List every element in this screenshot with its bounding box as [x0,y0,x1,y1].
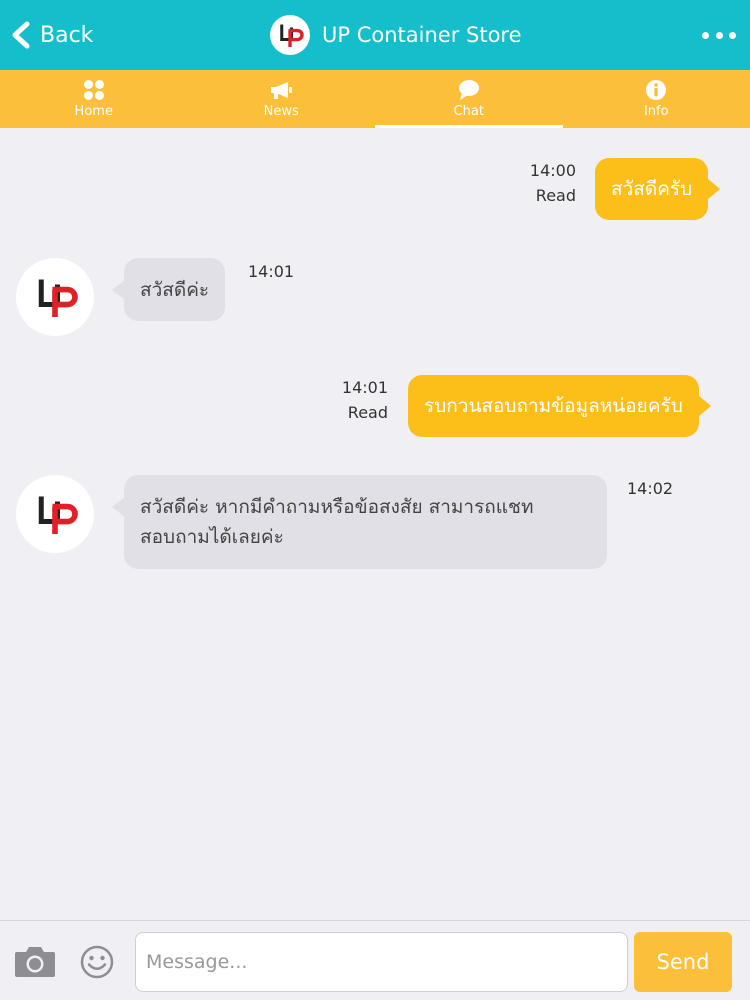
read-status: Read [535,186,576,205]
tab-info[interactable]: Info [563,70,750,128]
message-time: 14:00 [529,161,576,180]
app-header: Back UP Container Store [0,0,750,70]
message-text: สวัสดีค่ะ [140,278,210,301]
avatar[interactable] [16,475,94,553]
tab-label: Chat [453,104,484,119]
more-options-button[interactable] [702,24,736,46]
message-time: 14:01 [248,262,295,281]
avatar[interactable] [16,258,94,336]
message-list[interactable]: 14:00 Read สวัสดีครับ สวัสดีค่ะ 14:01 14… [0,128,750,920]
back-button[interactable]: Back [10,18,93,52]
tab-news[interactable]: News [188,70,376,128]
store-logo-icon [270,15,310,55]
tab-label: News [263,104,299,119]
read-status: Read [347,403,388,422]
megaphone-icon [271,82,293,99]
message-bubble-outgoing[interactable]: สวัสดีครับ [595,158,709,220]
message-bubble-incoming[interactable]: สวัสดีค่ะ หากมีคำถามหรือข้อสงสัย สามารถแ… [112,475,607,569]
tab-bar: Home News Chat Info [0,70,750,128]
store-logo-icon [38,496,78,534]
info-icon [646,80,667,100]
tab-home[interactable]: Home [0,70,188,128]
back-label: Back [40,22,94,48]
message-meta: 14:00 Read [500,158,576,208]
header-title-group: UP Container Store [270,15,522,55]
message-time: 14:01 [341,378,388,397]
message-bubble-outgoing[interactable]: รบกวนสอบถามข้อมูลหน่อยครับ [408,375,699,437]
dot-icon [715,31,723,39]
send-button[interactable]: Send [634,932,732,992]
message-text: สวัสดีค่ะ หากมีคำถามหรือข้อสงสัย สามารถแ… [140,496,534,518]
message-bubble-incoming[interactable]: สวัสดีค่ะ [111,258,226,321]
camera-button[interactable] [14,943,56,979]
message-input[interactable] [135,932,628,992]
dot-icon [702,31,709,39]
emoji-button[interactable] [80,945,114,979]
message-meta: 14:01 Read [312,375,388,425]
tab-label: Info [643,104,669,119]
grid-icon [83,80,104,100]
tab-chat[interactable]: Chat [375,70,563,128]
tab-label: Home [74,104,113,119]
message-time: 14:02 [627,479,674,498]
page-title: UP Container Store [322,23,522,47]
composer-bar: Send [0,920,750,1000]
message-text: สอบถามได้เลยค่ะ [140,526,284,548]
store-logo-icon [38,279,78,317]
camera-icon [15,947,55,977]
smiley-icon [80,945,114,979]
message-text: รบกวนสอบถามข้อมูลหน่อยครับ [424,395,683,417]
chevron-left-icon [12,21,30,49]
message-text: สวัสดีครับ [611,178,693,200]
chat-bubble-icon [458,80,479,100]
dot-icon [729,31,736,39]
